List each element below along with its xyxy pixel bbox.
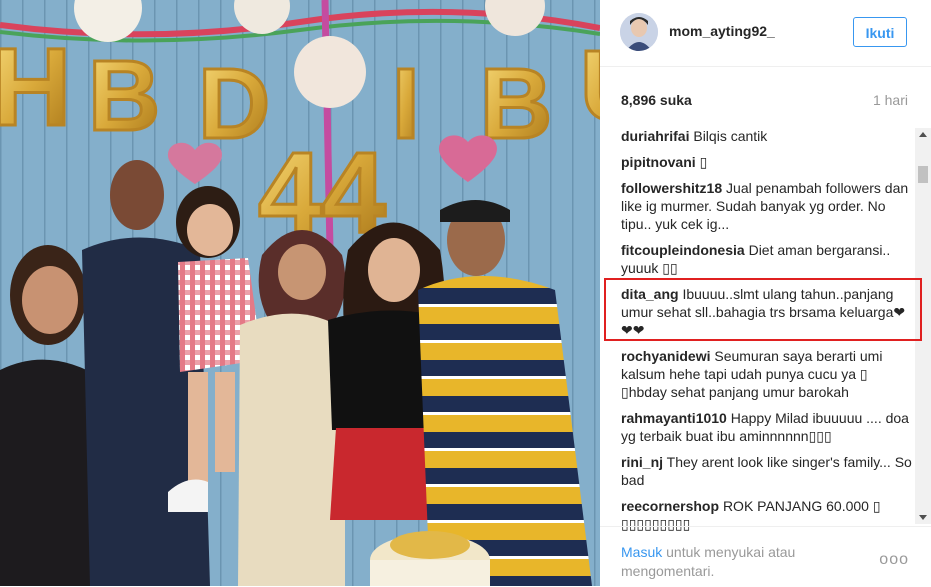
avatar-image — [620, 13, 658, 51]
post-meta: 8,896 suka 1 hari — [600, 86, 931, 116]
comment-item: rini_nj They arent look like singer's fa… — [621, 453, 913, 489]
login-prompt: Masuk untuk menyukai atau mengomentari. — [621, 543, 841, 581]
post-photo[interactable]: H B D I B U 44 — [0, 0, 600, 586]
comment-username[interactable]: pipitnovani — [621, 154, 696, 170]
comment-item: pipitnovani ▯ — [621, 153, 913, 171]
balloon-u: U — [580, 30, 600, 142]
more-options-icon[interactable]: ooo — [879, 551, 909, 569]
comment-username[interactable]: followershitz18 — [621, 180, 722, 196]
comment-text: ▯ — [699, 154, 708, 170]
comment-text: They arent look like singer's family... … — [621, 454, 912, 488]
login-link[interactable]: Masuk — [621, 544, 662, 560]
scroll-down-arrow-icon[interactable] — [919, 515, 927, 520]
username-link[interactable]: mom_ayting92_ — [669, 23, 775, 39]
comment-item: duriahrifai Bilqis cantik — [621, 127, 913, 145]
avatar[interactable] — [620, 13, 658, 51]
scroll-up-arrow-icon[interactable] — [919, 132, 927, 137]
comment-item: followershitz18 Jual penambah followers … — [621, 179, 913, 233]
balloon-b: B — [88, 40, 160, 152]
comment-username[interactable]: fitcoupleindonesia — [621, 242, 745, 258]
post-footer: Masuk untuk menyukai atau mengomentari. … — [600, 526, 931, 587]
likes-count[interactable]: 8,896 suka — [621, 92, 692, 108]
comment-item: fitcoupleindonesia Diet aman bergaransi.… — [621, 241, 913, 277]
comment-username[interactable]: reecornershop — [621, 498, 719, 514]
photo-illustration: H B D I B U 44 — [0, 0, 600, 586]
comment-username[interactable]: rahmayanti1010 — [621, 410, 727, 426]
post-header: mom_ayting92_ Ikuti — [600, 0, 931, 67]
post-time[interactable]: 1 hari — [873, 92, 908, 108]
comment-item: rochyanidewi Seumuran saya berarti umi k… — [621, 347, 913, 401]
comment-text: Bilqis cantik — [693, 128, 768, 144]
comment-username[interactable]: rini_nj — [621, 454, 663, 470]
comment-item: rahmayanti1010 Happy Milad ibuuuuu .... … — [621, 409, 913, 445]
comment-username[interactable]: rochyanidewi — [621, 348, 710, 364]
balloon-h: H — [0, 26, 71, 149]
comment-highlight-box — [604, 278, 922, 341]
follow-button[interactable]: Ikuti — [853, 17, 907, 47]
balloon-i: I — [392, 48, 420, 160]
comment-username[interactable]: duriahrifai — [621, 128, 689, 144]
scroll-thumb[interactable] — [918, 166, 928, 183]
